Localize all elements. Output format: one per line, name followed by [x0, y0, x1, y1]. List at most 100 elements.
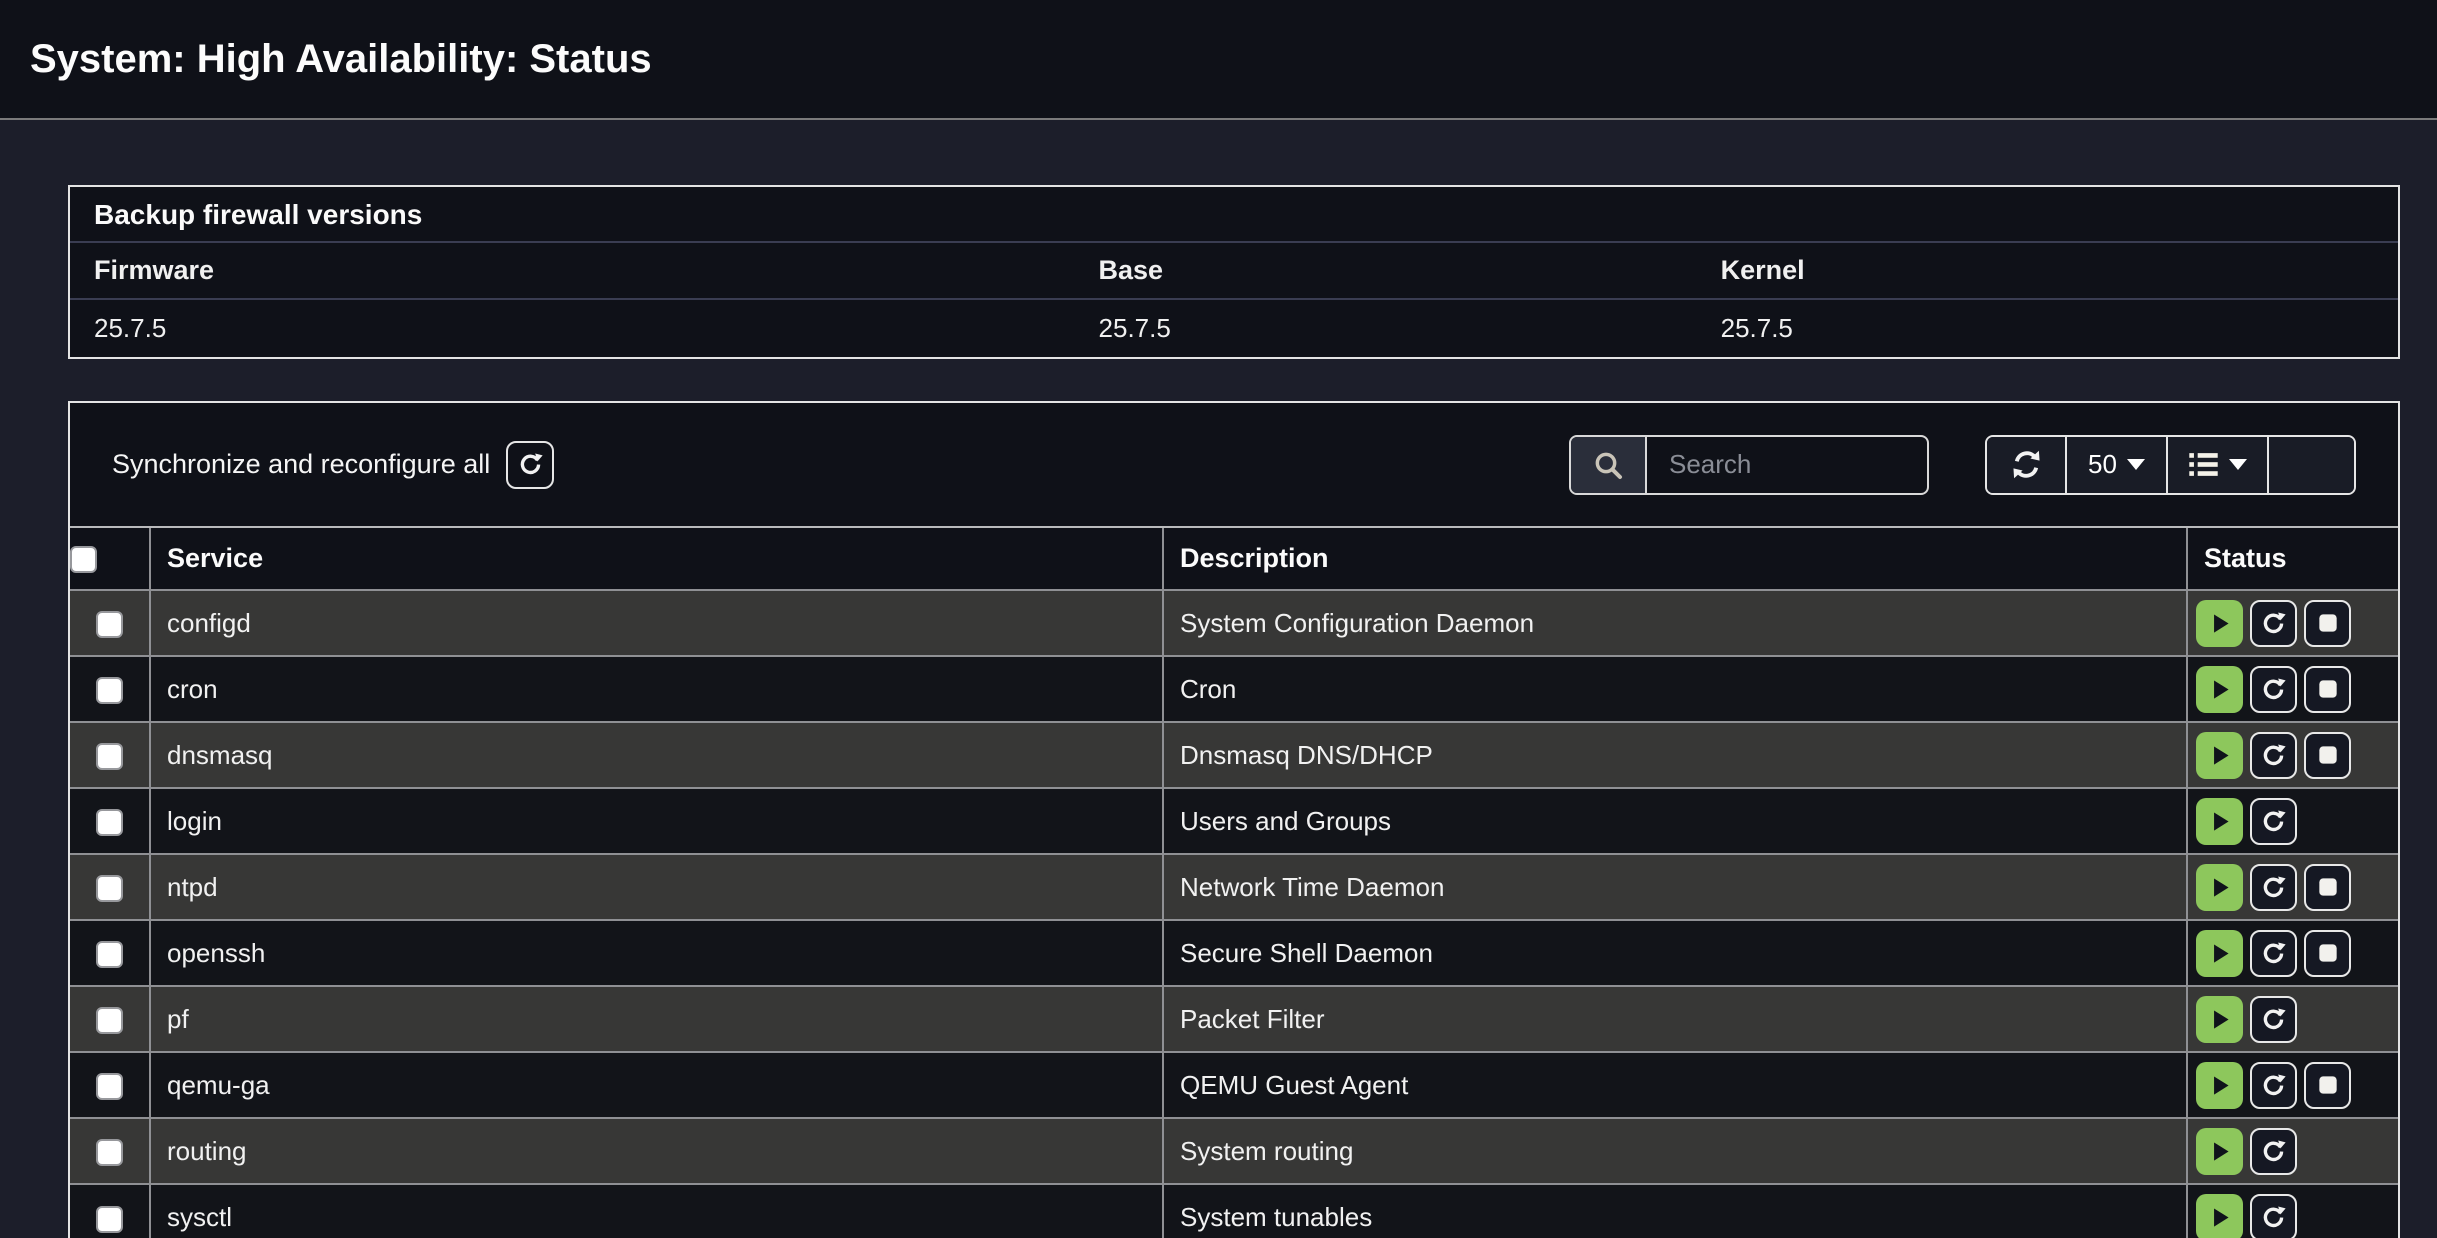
table-row: login Users and Groups: [70, 788, 2398, 854]
service-name: configd: [150, 590, 1163, 656]
service-description: System routing: [1163, 1118, 2187, 1184]
sync-control: Synchronize and reconfigure all: [112, 441, 554, 489]
search-icon: [1592, 449, 1624, 481]
table-row: qemu-ga QEMU Guest Agent: [70, 1052, 2398, 1118]
column-header-service: Service: [150, 528, 1163, 590]
versions-header-base: Base: [1099, 255, 1721, 286]
table-row: routing System routing: [70, 1118, 2398, 1184]
table-header-row: Service Description Status: [70, 528, 2398, 590]
start-button[interactable]: [2196, 1128, 2243, 1175]
page-header: System: High Availability: Status: [0, 0, 2437, 120]
column-header-description: Description: [1163, 528, 2187, 590]
page-size-value: 50: [2088, 449, 2117, 480]
service-description: Dnsmasq DNS/DHCP: [1163, 722, 2187, 788]
stop-icon: [2315, 1072, 2341, 1098]
page-size-dropdown[interactable]: 50: [2067, 437, 2168, 493]
restart-button[interactable]: [2250, 864, 2297, 911]
restart-button[interactable]: [2250, 930, 2297, 977]
service-name: qemu-ga: [150, 1052, 1163, 1118]
row-checkbox[interactable]: [96, 1206, 123, 1233]
service-actions: [2196, 666, 2398, 713]
empty-button[interactable]: [2269, 437, 2354, 493]
table-row: cron Cron: [70, 656, 2398, 722]
rotate-right-icon: [2260, 940, 2287, 967]
table-row: ntpd Network Time Daemon: [70, 854, 2398, 920]
play-icon: [2205, 1137, 2234, 1166]
rotate-right-icon: [2260, 1204, 2287, 1231]
row-checkbox[interactable]: [96, 677, 123, 704]
service-actions: [2196, 1128, 2398, 1175]
toolbar-right: 50: [1569, 435, 2356, 495]
search-group: [1569, 435, 1929, 495]
list-icon: [2188, 449, 2219, 480]
row-checkbox[interactable]: [96, 809, 123, 836]
play-icon: [2205, 807, 2234, 836]
stop-icon: [2315, 676, 2341, 702]
service-actions: [2196, 798, 2398, 845]
start-button[interactable]: [2196, 666, 2243, 713]
service-actions: [2196, 864, 2398, 911]
service-name: cron: [150, 656, 1163, 722]
row-checkbox[interactable]: [96, 941, 123, 968]
table-options-group: 50: [1985, 435, 2356, 495]
stop-icon: [2315, 742, 2341, 768]
versions-panel-title: Backup firewall versions: [70, 187, 2398, 243]
row-checkbox[interactable]: [96, 1073, 123, 1100]
start-button[interactable]: [2196, 930, 2243, 977]
start-button[interactable]: [2196, 996, 2243, 1043]
table-row: pf Packet Filter: [70, 986, 2398, 1052]
start-button[interactable]: [2196, 1062, 2243, 1109]
table-row: dnsmasq Dnsmasq DNS/DHCP: [70, 722, 2398, 788]
restart-button[interactable]: [2250, 798, 2297, 845]
row-checkbox[interactable]: [96, 611, 123, 638]
service-description: System tunables: [1163, 1184, 2187, 1238]
refresh-icon: [2011, 449, 2042, 480]
play-icon: [2205, 675, 2234, 704]
service-description: System Configuration Daemon: [1163, 590, 2187, 656]
refresh-button[interactable]: [1987, 437, 2067, 493]
versions-header-row: Firmware Base Kernel: [70, 243, 2398, 300]
row-checkbox[interactable]: [96, 743, 123, 770]
start-button[interactable]: [2196, 600, 2243, 647]
restart-button[interactable]: [2250, 996, 2297, 1043]
sync-label: Synchronize and reconfigure all: [112, 449, 490, 480]
versions-header-firmware: Firmware: [94, 255, 1099, 286]
row-checkbox[interactable]: [96, 1139, 123, 1166]
row-checkbox[interactable]: [96, 1007, 123, 1034]
service-description: Cron: [1163, 656, 2187, 722]
stop-button[interactable]: [2304, 732, 2351, 779]
stop-button[interactable]: [2304, 1062, 2351, 1109]
column-select-dropdown[interactable]: [2168, 437, 2269, 493]
stop-button[interactable]: [2304, 666, 2351, 713]
restart-button[interactable]: [2250, 666, 2297, 713]
services-panel: Synchronize and reconfigure all: [68, 401, 2400, 1238]
stop-button[interactable]: [2304, 600, 2351, 647]
play-icon: [2205, 873, 2234, 902]
restart-button[interactable]: [2250, 1062, 2297, 1109]
stop-button[interactable]: [2304, 930, 2351, 977]
service-actions: [2196, 930, 2398, 977]
service-name: openssh: [150, 920, 1163, 986]
search-input[interactable]: [1647, 437, 1927, 493]
caret-down-icon: [2127, 459, 2145, 470]
service-name: sysctl: [150, 1184, 1163, 1238]
start-button[interactable]: [2196, 732, 2243, 779]
rotate-right-icon: [2260, 1006, 2287, 1033]
play-icon: [2205, 939, 2234, 968]
rotate-right-icon: [2260, 1138, 2287, 1165]
stop-button[interactable]: [2304, 864, 2351, 911]
row-checkbox[interactable]: [96, 875, 123, 902]
start-button[interactable]: [2196, 864, 2243, 911]
services-toolbar: Synchronize and reconfigure all: [70, 403, 2398, 528]
start-button[interactable]: [2196, 798, 2243, 845]
sync-reconfigure-button[interactable]: [506, 441, 554, 489]
restart-button[interactable]: [2250, 600, 2297, 647]
restart-button[interactable]: [2250, 732, 2297, 779]
play-icon: [2205, 1203, 2234, 1232]
service-name: dnsmasq: [150, 722, 1163, 788]
start-button[interactable]: [2196, 1194, 2243, 1238]
restart-button[interactable]: [2250, 1194, 2297, 1238]
restart-button[interactable]: [2250, 1128, 2297, 1175]
select-all-checkbox[interactable]: [70, 546, 97, 573]
rotate-right-icon: [2260, 874, 2287, 901]
